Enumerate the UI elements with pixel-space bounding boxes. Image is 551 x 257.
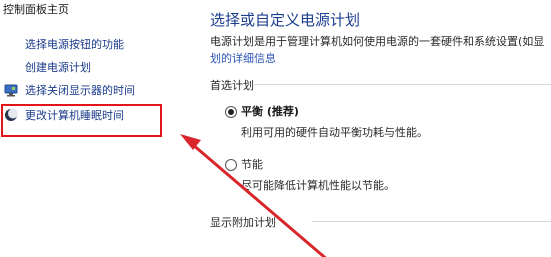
red-arrow-annotation <box>180 134 327 257</box>
